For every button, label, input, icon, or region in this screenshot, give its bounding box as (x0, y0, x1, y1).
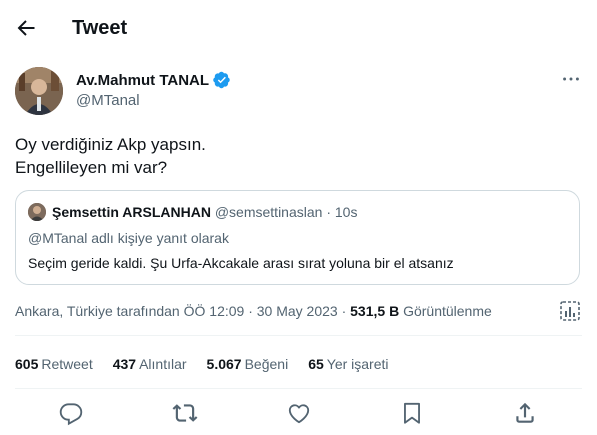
retweet-icon[interactable] (172, 400, 198, 426)
author-handle[interactable]: @MTanal (76, 92, 140, 109)
quotes-stat[interactable]: 437 Alıntılar (113, 356, 187, 372)
engagement-stats: 605 Retweet 437 Alıntılar 5.067 Beğeni 65 Ye… (15, 356, 409, 372)
retweet-count: 605 (15, 356, 39, 372)
quote-reply-context: @MTanal adlı kişiye yanıt olarak (28, 230, 229, 246)
quotes-label: Alıntılar (139, 356, 187, 372)
quote-header: Şemsettin ARSLANHAN @semsettinaslan · 10… (52, 204, 357, 220)
likes-count: 5.067 (206, 356, 242, 372)
share-icon[interactable] (512, 400, 538, 426)
like-icon[interactable] (286, 400, 312, 426)
divider (15, 388, 582, 389)
bookmarks-label: Yer işareti (326, 356, 389, 372)
bookmarks-stat[interactable]: 65 Yer işareti (308, 356, 388, 372)
bookmarks-count: 65 (308, 356, 324, 372)
views-label: Görüntülenme (403, 303, 492, 319)
divider (15, 335, 582, 336)
quote-handle-time: @semsettinaslan · 10s (214, 204, 358, 220)
action-bar (0, 400, 597, 426)
verified-badge-icon (213, 71, 231, 89)
quoted-tweet[interactable]: Şemsettin ARSLANHAN @semsettinaslan · 10… (15, 190, 580, 285)
analytics-icon[interactable] (558, 299, 582, 323)
location-time: Ankara, Türkiye tarafından ÖÖ 12:09 · 30… (15, 303, 351, 319)
likes-label: Beğeni (244, 356, 289, 372)
retweet-label: Retweet (41, 356, 93, 372)
more-options-icon[interactable] (560, 68, 582, 90)
bookmark-icon[interactable] (399, 400, 425, 426)
quote-text: Seçim geride kaldi. Şu Urfa-Akcakale ara… (28, 255, 454, 271)
quote-avatar[interactable] (28, 203, 46, 221)
retweet-stat[interactable]: 605 Retweet (15, 356, 93, 372)
quotes-count: 437 (112, 356, 137, 372)
tweet-header: Tweet (0, 0, 597, 58)
arrow-left-icon[interactable] (14, 16, 38, 40)
tweet-text: Oy verdiğiniz Akp yapsın. Engellileyen m… (15, 135, 206, 177)
page-title: Tweet (72, 17, 128, 39)
author-name-text[interactable]: Av.Mahmut TANAL (76, 72, 209, 89)
tweet-meta: Ankara, Türkiye tarafından ÖÖ 12:09 · 30… (15, 303, 492, 319)
views-count: 531,5 B (350, 303, 400, 319)
quote-author-name[interactable]: Şemsettin ARSLANHAN (52, 204, 211, 220)
author-avatar[interactable] (15, 67, 63, 115)
likes-stat[interactable]: 5.067 Beğeni (207, 356, 289, 372)
author-name[interactable]: Av.Mahmut TANAL (76, 71, 231, 89)
reply-icon[interactable] (58, 400, 84, 426)
